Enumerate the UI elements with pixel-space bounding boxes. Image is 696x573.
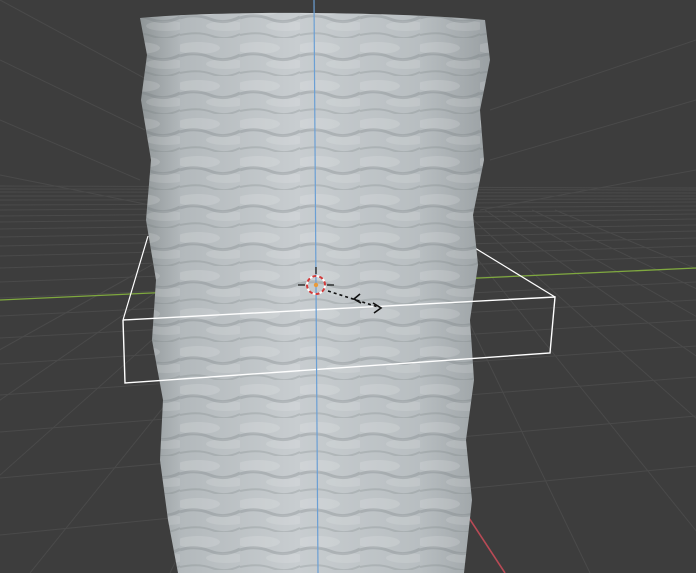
viewport-canvas[interactable]: [0, 0, 696, 573]
3d-viewport[interactable]: [0, 0, 696, 573]
